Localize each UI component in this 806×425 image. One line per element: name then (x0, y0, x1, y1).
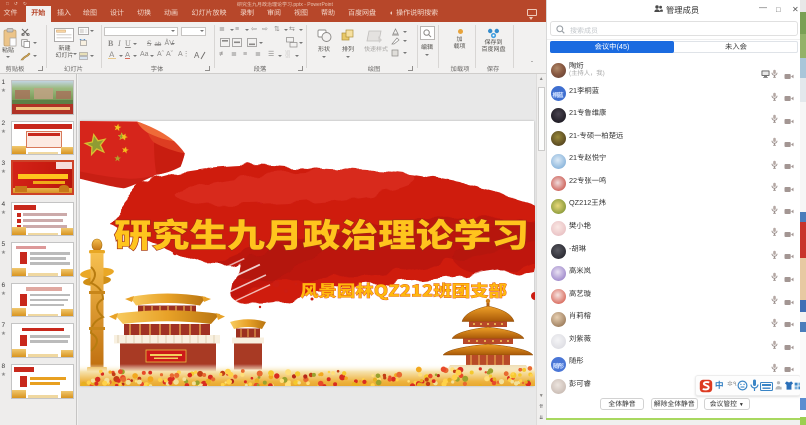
svg-text:风景园林QZ212班团支部: 风景园林QZ212班团支部 (300, 278, 507, 302)
svg-text:研究生九月政治理论学习: 研究生九月政治理论学习 (114, 209, 529, 257)
svg-text:A: A (194, 51, 200, 60)
